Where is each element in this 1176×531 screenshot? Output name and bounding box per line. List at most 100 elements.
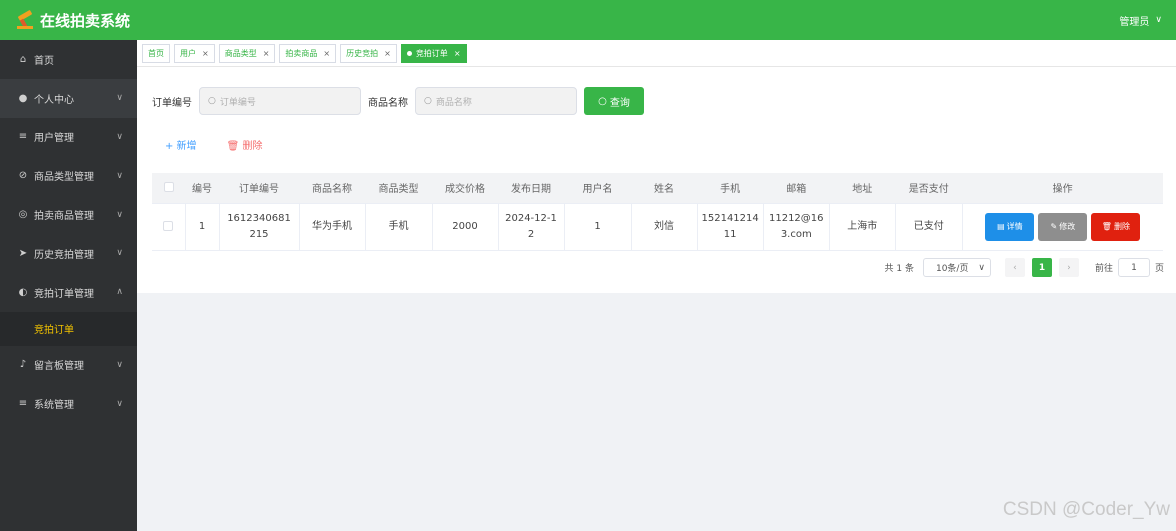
col-header: 商品类型: [365, 173, 432, 204]
chevron-down-icon: ∨: [978, 262, 985, 273]
sidebar-item-label: 留言板管理: [34, 361, 84, 373]
order-no-label: 订单编号: [152, 97, 192, 109]
mic-icon: ♪: [19, 359, 27, 371]
sidebar-item-label: 个人中心: [34, 94, 74, 106]
prev-page-button[interactable]: ‹: [1004, 258, 1025, 277]
pencil-icon: ✎: [1050, 221, 1058, 231]
tab-bar: 首页 用户 × 商品类型 × 拍卖商品 × 历史竞拍 × 竞拍订单 ×: [137, 40, 1176, 67]
watermark: CSDN @Coder_Yw: [1002, 499, 1170, 520]
chevron-down-icon: ∨: [116, 209, 123, 220]
select-all-checkbox[interactable]: [152, 173, 185, 204]
sidebar-item-goods-type[interactable]: ⊘ 商品类型管理 ∨: [0, 156, 137, 195]
col-header: 编号: [185, 173, 219, 204]
tab-label: 商品类型: [224, 48, 257, 58]
active-dot-icon: [406, 50, 412, 56]
edit-button[interactable]: ✎ 修改: [1038, 212, 1088, 241]
compass-icon: ◐: [18, 286, 28, 298]
goods-name-placeholder: 商品名称: [435, 97, 472, 108]
sidebar-item-label: 系统管理: [34, 400, 74, 412]
next-page-button[interactable]: ›: [1058, 258, 1079, 277]
cell-actions: ▤ 详情 ✎ 修改 🗑 删除: [962, 203, 1163, 251]
trash-icon: 🗑: [1101, 221, 1112, 231]
sidebar-item-home[interactable]: ⌂ 首页: [0, 40, 137, 79]
cell-realname: 刘信: [631, 203, 698, 251]
col-header: 用户名: [564, 173, 631, 204]
sidebar: ⌂ 首页 ● 个人中心 ∨ ≡ 用户管理 ∨ ⊘ 商品类型管理 ∨ ◎ 拍卖商品…: [0, 40, 137, 531]
query-button[interactable]: ○ 查询: [584, 87, 644, 115]
table-row: 1 1612340681 215 华为手机 手机 2000 2024-12-1 2 …: [152, 203, 1163, 251]
detail-button[interactable]: ▤ 详情: [985, 212, 1035, 241]
tab-users[interactable]: 用户 ×: [174, 43, 215, 63]
goto-page: 前往 1 页: [1095, 258, 1164, 277]
chevron-down-icon: ∨: [116, 93, 123, 104]
sidebar-item-label: 首页: [34, 55, 54, 67]
col-header: 成交价格: [432, 173, 498, 204]
tag-icon: ⊘: [18, 170, 28, 182]
close-icon[interactable]: ×: [323, 49, 330, 58]
tab-label: 竞拍订单: [415, 48, 448, 58]
search-bar: 订单编号 ○ 订单编号 商品名称 ○ 商品名称 ○ 查询: [152, 87, 644, 115]
sidebar-item-profile[interactable]: ● 个人中心 ∨: [0, 78, 137, 118]
col-header: 姓名: [631, 173, 697, 204]
sidebar-item-users[interactable]: ≡ 用户管理 ∨: [0, 118, 137, 157]
sidebar-item-system[interactable]: ≡ 系统管理 ∨: [0, 384, 137, 423]
delete-button[interactable]: 🗑 删除: [227, 137, 263, 152]
close-icon[interactable]: ×: [384, 49, 391, 58]
cell-order-no: 1612340681 215: [219, 203, 300, 251]
tab-auction-goods[interactable]: 拍卖商品 ×: [279, 43, 337, 63]
tab-orders[interactable]: 竞拍订单 ×: [400, 43, 467, 63]
brand: 在线拍卖系统: [16, 9, 130, 31]
user-menu[interactable]: 管理员 ∨: [1119, 13, 1162, 28]
cell-username: 1: [564, 203, 632, 251]
cell-date: 2024-12-1 2: [498, 203, 565, 251]
sidebar-item-orders[interactable]: ◐ 竞拍订单管理 ∧: [0, 273, 137, 312]
row-checkbox[interactable]: [152, 203, 186, 251]
sidebar-subitem-orders[interactable]: 竞拍订单: [0, 311, 137, 346]
goto-page-input[interactable]: 1: [1117, 258, 1150, 277]
sidebar-item-messages[interactable]: ♪ 留言板管理 ∨: [0, 346, 137, 385]
goods-name-input[interactable]: ○ 商品名称: [415, 87, 577, 115]
cell-paid: 已支付: [895, 203, 963, 251]
search-icon: ○: [598, 95, 607, 107]
orders-table: 编号 订单编号 商品名称 商品类型 成交价格 发布日期 用户名 姓名 手机 邮箱…: [152, 173, 1163, 251]
tab-label: 拍卖商品: [285, 48, 318, 58]
top-header: 在线拍卖系统 管理员 ∨: [0, 0, 1176, 40]
chevron-down-icon: ∨: [1155, 15, 1162, 25]
total-count: 共 1 条: [884, 264, 914, 274]
close-icon[interactable]: ×: [263, 49, 270, 58]
sidebar-item-label: 商品类型管理: [34, 172, 94, 184]
page-number-button[interactable]: 1: [1031, 258, 1052, 277]
search-icon: ○: [424, 96, 432, 106]
goods-icon: ◎: [18, 209, 28, 221]
tab-home[interactable]: 首页: [142, 43, 170, 63]
user-name: 管理员: [1119, 16, 1150, 28]
close-icon[interactable]: ×: [454, 49, 461, 58]
row-delete-button[interactable]: 🗑 删除: [1091, 212, 1141, 241]
main-panel: 订单编号 ○ 订单编号 商品名称 ○ 商品名称 ○ 查询 + 新增 🗑 删除 编…: [137, 67, 1176, 293]
tab-label: 历史竞拍: [346, 48, 379, 58]
page-size-select[interactable]: 10条/页 ∨: [922, 258, 991, 277]
tab-goods-type[interactable]: 商品类型 ×: [218, 43, 276, 63]
list-icon: ≡: [18, 131, 28, 143]
add-button[interactable]: + 新增: [165, 137, 197, 152]
order-no-input[interactable]: ○ 订单编号: [199, 87, 361, 115]
user-icon: ●: [18, 92, 28, 104]
tab-history[interactable]: 历史竞拍 ×: [340, 43, 397, 63]
search-icon: ○: [208, 96, 216, 106]
sidebar-item-label: 历史竞拍管理: [34, 249, 94, 261]
close-icon[interactable]: ×: [202, 49, 209, 58]
cell-email: 11212@16 3.com: [763, 203, 830, 251]
sidebar-item-auction-goods[interactable]: ◎ 拍卖商品管理 ∨: [0, 195, 137, 234]
sidebar-item-label: 用户管理: [34, 133, 74, 145]
col-header: 地址: [829, 173, 896, 204]
chevron-down-icon: ∨: [116, 398, 123, 409]
cell-phone: 152141214 11: [697, 203, 764, 251]
sidebar-item-label: 竞拍订单管理: [34, 288, 94, 300]
sidebar-item-history[interactable]: ➤ 历史竞拍管理 ∨: [0, 234, 137, 273]
col-header: 订单编号: [219, 173, 299, 204]
cell-goods-type: 手机: [365, 203, 433, 251]
chevron-down-icon: ∨: [116, 131, 123, 142]
menu-icon: ≡: [18, 398, 28, 410]
trash-icon: 🗑: [226, 141, 240, 152]
chevron-down-icon: ∨: [116, 248, 123, 259]
